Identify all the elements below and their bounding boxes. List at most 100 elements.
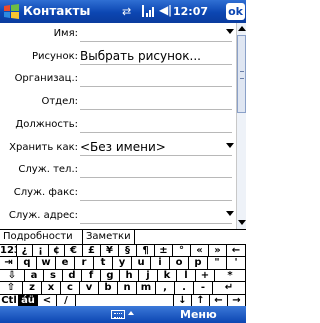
keyboard-key[interactable]: '	[227, 257, 246, 270]
keyboard-key[interactable]: .	[175, 282, 194, 295]
tab-strip: Подробности Заметки	[0, 229, 246, 244]
keyboard-key[interactable]: -	[194, 282, 213, 295]
keyboard-key[interactable]: d	[63, 269, 82, 283]
field-label: Служ. адрес:	[8, 209, 78, 221]
keyboard-key[interactable]: ¢	[49, 245, 65, 258]
keyboard-key[interactable]: «	[191, 245, 209, 258]
keyboard-icon[interactable]	[111, 310, 125, 319]
field-label: Организац.:	[14, 73, 78, 85]
keyboard-key[interactable]: w	[37, 257, 56, 270]
field-input[interactable]	[80, 117, 232, 133]
form-row: Отдел:	[0, 92, 236, 112]
keyboard-key[interactable]: x	[42, 282, 61, 295]
sync-arrows-icon[interactable]: ⇄	[122, 5, 131, 18]
keyboard-key[interactable]: c	[61, 282, 80, 295]
field-input[interactable]	[80, 162, 232, 179]
keyboard-key[interactable]: k	[158, 269, 177, 283]
keyboard-key[interactable]: t	[94, 257, 113, 270]
keyboard-key[interactable]: s	[44, 269, 63, 283]
field-label: Служ. факс:	[13, 186, 78, 198]
keyboard-key[interactable]: f	[82, 269, 101, 283]
vertical-scrollbar[interactable]	[236, 23, 246, 229]
field-label: Хранить как:	[9, 141, 78, 153]
form-row: Организац.:	[0, 69, 236, 89]
keyboard-key[interactable]: §	[119, 245, 137, 258]
keyboard-key[interactable]: ↵	[213, 282, 246, 295]
keyboard-key[interactable]: v	[80, 282, 99, 295]
keyboard-key[interactable]: £	[83, 245, 101, 258]
ok-button[interactable]: ok	[226, 3, 245, 20]
keyboard-key[interactable]: z	[23, 282, 42, 295]
keyboard-key[interactable]: j	[139, 269, 158, 283]
scroll-down-icon[interactable]	[238, 220, 246, 225]
keyboard-key[interactable]: b	[99, 282, 118, 295]
keyboard-key[interactable]: a	[25, 269, 44, 283]
keyboard-key[interactable]: q	[18, 257, 37, 270]
keyboard-key[interactable]: r	[75, 257, 94, 270]
field-label: Отдел:	[41, 96, 78, 108]
field-input[interactable]	[80, 208, 232, 224]
form-row: Служ. тел.:	[0, 160, 236, 180]
field-input[interactable]: Выбрать рисунок...	[80, 49, 232, 65]
keyboard-key[interactable]: ⇥	[0, 257, 18, 270]
speaker-icon[interactable]: ◀ǀ	[159, 3, 172, 17]
dropdown-arrow-icon[interactable]	[226, 210, 234, 216]
field-label: Имя:	[53, 28, 78, 39]
keyboard-key[interactable]: g	[101, 269, 120, 283]
scroll-thumb[interactable]	[237, 35, 246, 113]
field-label: Служ. тел.:	[18, 164, 78, 176]
keyboard-key[interactable]: »	[209, 245, 227, 258]
keyboard-key[interactable]: u	[132, 257, 151, 270]
clock[interactable]: 12:07	[173, 5, 208, 18]
dropdown-arrow-icon[interactable]	[226, 29, 234, 34]
keyboard-key[interactable]: "	[208, 257, 227, 270]
keyboard-key[interactable]: o	[170, 257, 189, 270]
keyboard-key[interactable]: €	[65, 245, 83, 258]
keyboard-key[interactable]: °	[173, 245, 191, 258]
field-input[interactable]: <Без имени>	[80, 140, 232, 156]
title-bar: Контакты ⇄ ◀ǀ 12:07 ok	[0, 0, 246, 23]
app-title: Контакты	[23, 4, 91, 18]
keyboard-key[interactable]: ±	[155, 245, 173, 258]
keyboard-key[interactable]: e	[56, 257, 75, 270]
keyboard-key[interactable]: ¶	[137, 245, 155, 258]
signal-icon[interactable]	[142, 4, 156, 18]
keyboard-key[interactable]: ⇧	[0, 282, 23, 295]
keyboard-key[interactable]: *	[215, 269, 246, 283]
keyboard-key[interactable]: y	[113, 257, 132, 270]
form-row: Служ. адрес:	[0, 206, 236, 226]
keyboard-key[interactable]: h	[120, 269, 139, 283]
keyboard-key[interactable]: +	[196, 269, 215, 283]
form-row: Рисунок: Выбрать рисунок...	[0, 47, 236, 67]
field-input[interactable]	[80, 26, 232, 42]
keyboard-key[interactable]: l	[177, 269, 196, 283]
soft-keyboard: 123¿¡¢€£¥§¶±°«»← ⇥qwertyuiop"' ⇩asdfghjkl+…	[0, 244, 246, 307]
keyboard-key[interactable]: n	[118, 282, 137, 295]
contact-form: Имя: Рисунок: Выбрать рисунок... Организац.…	[0, 23, 236, 229]
input-selector-arrow-icon[interactable]	[128, 311, 134, 315]
field-label: Рисунок:	[31, 50, 78, 62]
field-input[interactable]	[80, 185, 232, 201]
keyboard-key[interactable]: p	[189, 257, 208, 270]
keyboard-key[interactable]: ←	[227, 245, 246, 258]
keyboard-key[interactable]: 123	[0, 245, 17, 258]
keyboard-key[interactable]: i	[151, 257, 170, 270]
field-input[interactable]	[80, 71, 232, 88]
field-label: Должность:	[15, 118, 78, 130]
tab-details[interactable]: Подробности	[0, 230, 83, 244]
form-row: Хранить как: <Без имени>	[0, 138, 236, 158]
keyboard-key[interactable]: ¥	[101, 245, 119, 258]
windows-start-icon[interactable]	[3, 3, 20, 20]
tab-notes[interactable]: Заметки	[83, 230, 135, 244]
field-input[interactable]	[80, 94, 232, 111]
form-row: Имя:	[0, 24, 236, 44]
menu-button[interactable]: Меню	[180, 308, 217, 321]
keyboard-key[interactable]: ¿	[17, 245, 33, 258]
keyboard-key[interactable]: ,	[156, 282, 175, 295]
keyboard-key[interactable]: ¡	[33, 245, 49, 258]
keyboard-key[interactable]: ⇩	[0, 269, 25, 283]
form-row: Служ. факс:	[0, 183, 236, 203]
dropdown-arrow-icon[interactable]	[226, 142, 234, 148]
scroll-up-icon[interactable]	[238, 26, 246, 31]
keyboard-key[interactable]: m	[137, 282, 156, 295]
